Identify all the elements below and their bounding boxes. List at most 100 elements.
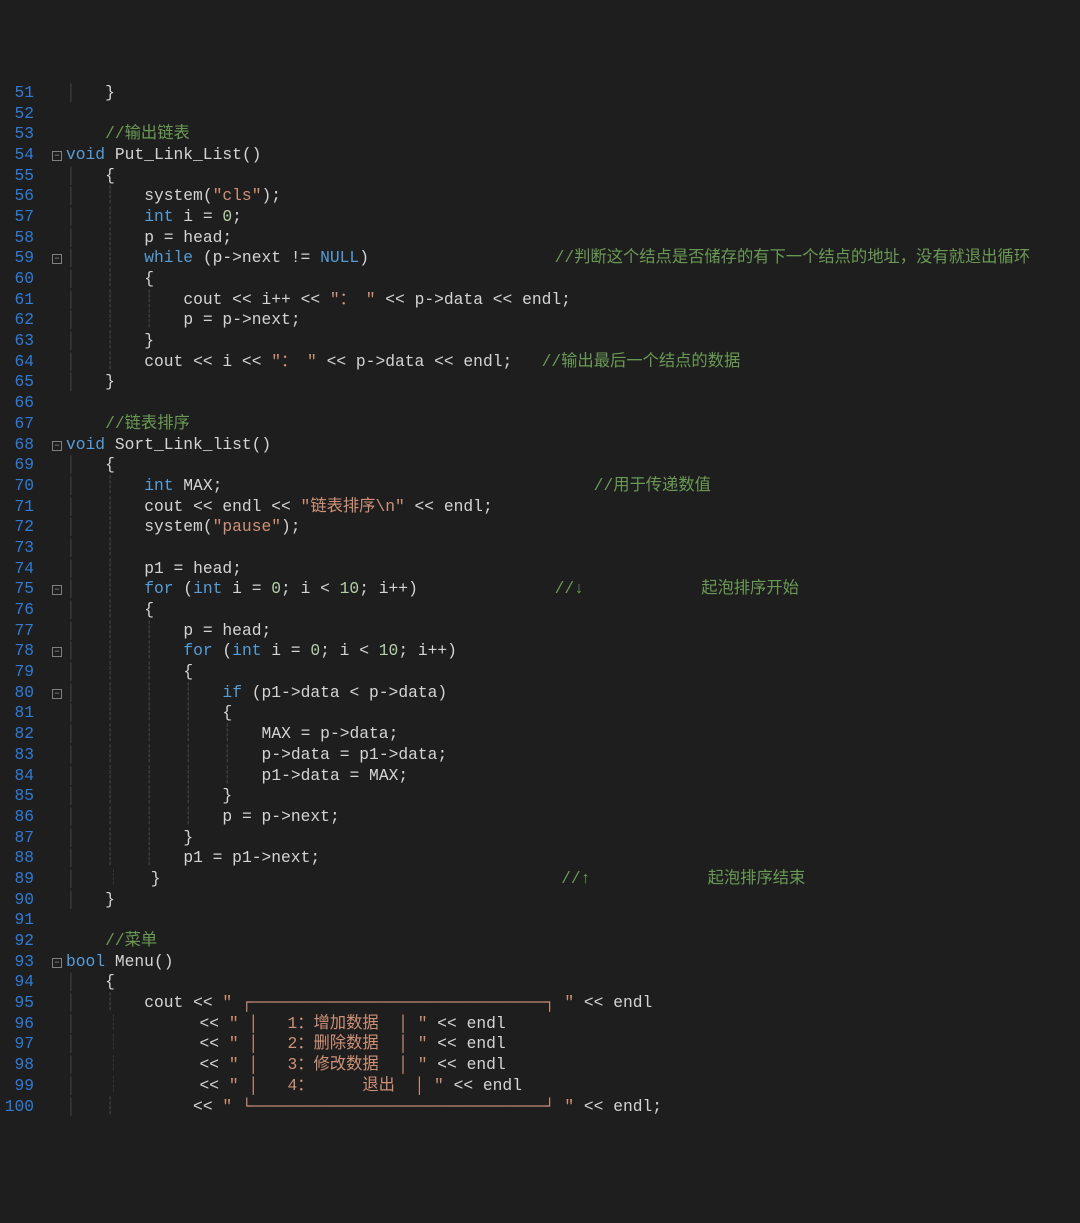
code-line[interactable]: │ ┊ cout << " ┌─────────────────────────… — [66, 993, 1080, 1014]
fold-marker — [48, 414, 66, 435]
line-number: 84 — [0, 766, 34, 787]
fold-marker — [48, 517, 66, 538]
line-number: 70 — [0, 476, 34, 497]
fold-marker — [48, 600, 66, 621]
code-line[interactable]: │ ┊ ┊ ┊ } — [66, 786, 1080, 807]
fold-marker — [48, 538, 66, 559]
code-line[interactable]: │ ┊ for (int i = 0; i < 10; i++) //↓ 起泡排… — [66, 579, 1080, 600]
line-number: 91 — [0, 910, 34, 931]
code-line[interactable]: │ ┊ ┊ p = p->next; — [66, 310, 1080, 331]
code-line[interactable]: │ ┊ ┊ cout << i++ << "： " << p->data << … — [66, 290, 1080, 311]
line-number: 52 — [0, 104, 34, 125]
code-line[interactable]: │ ┊ — [66, 538, 1080, 559]
line-number: 75 — [0, 579, 34, 600]
line-number: 59 — [0, 248, 34, 269]
code-line[interactable] — [66, 104, 1080, 125]
code-line[interactable]: bool Menu() — [66, 952, 1080, 973]
code-line[interactable]: │ ┊ { — [66, 269, 1080, 290]
line-number: 95 — [0, 993, 34, 1014]
code-line[interactable]: │ ┊ int MAX; //用于传递数值 — [66, 476, 1080, 497]
fold-marker — [48, 662, 66, 683]
fold-marker — [48, 393, 66, 414]
code-line[interactable]: │ } — [66, 83, 1080, 104]
fold-marker — [48, 186, 66, 207]
code-line[interactable]: │ } — [66, 890, 1080, 911]
code-line[interactable]: //输出链表 — [66, 124, 1080, 145]
line-number: 81 — [0, 703, 34, 724]
code-line[interactable]: │ { — [66, 972, 1080, 993]
code-line[interactable]: │ { — [66, 166, 1080, 187]
fold-marker[interactable]: − — [48, 579, 66, 600]
line-number: 96 — [0, 1014, 34, 1035]
code-line[interactable]: │ ┊ ┊ p1 = p1->next; — [66, 848, 1080, 869]
fold-marker — [48, 890, 66, 911]
code-line[interactable]: │ } — [66, 372, 1080, 393]
fold-marker — [48, 993, 66, 1014]
code-line[interactable] — [66, 910, 1080, 931]
code-line[interactable]: void Sort_Link_list() — [66, 435, 1080, 456]
code-line[interactable]: │ ┊ int i = 0; — [66, 207, 1080, 228]
code-line[interactable]: │ ┊ << " └──────────────────────────────… — [66, 1097, 1080, 1118]
code-line[interactable]: //菜单 — [66, 931, 1080, 952]
code-line[interactable]: │ ┊ << " │ 3：修改数据 │ " << endl — [66, 1055, 1080, 1076]
code-line[interactable]: │ ┊ { — [66, 600, 1080, 621]
code-line[interactable]: │ ┊ system("cls"); — [66, 186, 1080, 207]
code-line[interactable]: │ ┊ ┊ } — [66, 828, 1080, 849]
code-line[interactable]: │ ┊ ┊ { — [66, 662, 1080, 683]
fold-marker[interactable]: − — [48, 641, 66, 662]
fold-marker — [48, 786, 66, 807]
code-line[interactable]: │ ┊ } //↑ 起泡排序结束 — [66, 869, 1080, 890]
line-number-gutter: 5152535455565758596061626364656667686970… — [0, 83, 48, 1120]
code-line[interactable]: void Put_Link_List() — [66, 145, 1080, 166]
code-line[interactable]: │ ┊ << " │ 4： 退出 │ " << endl — [66, 1076, 1080, 1097]
line-number: 66 — [0, 393, 34, 414]
code-line[interactable]: │ ┊ cout << i << "： " << p->data << endl… — [66, 352, 1080, 373]
fold-marker — [48, 766, 66, 787]
code-editor[interactable]: 5152535455565758596061626364656667686970… — [0, 83, 1080, 1120]
code-line[interactable] — [66, 393, 1080, 414]
code-line[interactable]: │ ┊ ┊ p = head; — [66, 621, 1080, 642]
code-line[interactable]: │ ┊ p = head; — [66, 228, 1080, 249]
code-line[interactable]: │ ┊ cout << endl << "链表排序\n" << endl; — [66, 497, 1080, 518]
code-line[interactable]: │ ┊ << " │ 1：增加数据 │ " << endl — [66, 1014, 1080, 1035]
fold-marker — [48, 207, 66, 228]
code-line[interactable]: │ ┊ while (p->next != NULL) //判断这个结点是否储存… — [66, 248, 1080, 269]
code-line[interactable]: │ ┊ ┊ for (int i = 0; i < 10; i++) — [66, 641, 1080, 662]
code-area[interactable]: │ } //输出链表void Put_Link_List()│ {│ ┊ sys… — [66, 83, 1080, 1120]
line-number: 68 — [0, 435, 34, 456]
fold-marker — [48, 621, 66, 642]
code-line[interactable]: //链表排序 — [66, 414, 1080, 435]
line-number: 83 — [0, 745, 34, 766]
fold-marker — [48, 290, 66, 311]
fold-marker — [48, 1055, 66, 1076]
line-number: 60 — [0, 269, 34, 290]
code-line[interactable]: │ ┊ ┊ ┊ ┊ MAX = p->data; — [66, 724, 1080, 745]
fold-marker — [48, 228, 66, 249]
line-number: 62 — [0, 310, 34, 331]
line-number: 65 — [0, 372, 34, 393]
code-line[interactable]: │ ┊ ┊ ┊ if (p1->data < p->data) — [66, 683, 1080, 704]
fold-marker — [48, 910, 66, 931]
code-line[interactable]: │ ┊ ┊ ┊ ┊ p->data = p1->data; — [66, 745, 1080, 766]
fold-marker — [48, 724, 66, 745]
line-number: 55 — [0, 166, 34, 187]
code-line[interactable]: │ ┊ } — [66, 331, 1080, 352]
code-line[interactable]: │ ┊ system("pause"); — [66, 517, 1080, 538]
code-line[interactable]: │ ┊ p1 = head; — [66, 559, 1080, 580]
fold-marker — [48, 869, 66, 890]
code-line[interactable]: │ ┊ ┊ ┊ { — [66, 703, 1080, 724]
code-line[interactable]: │ { — [66, 455, 1080, 476]
fold-column[interactable]: − − − − − − − — [48, 83, 66, 1120]
fold-marker[interactable]: − — [48, 683, 66, 704]
fold-marker[interactable]: − — [48, 435, 66, 456]
fold-marker — [48, 848, 66, 869]
line-number: 89 — [0, 869, 34, 890]
code-line[interactable]: │ ┊ ┊ ┊ ┊ p1->data = MAX; — [66, 766, 1080, 787]
fold-marker — [48, 124, 66, 145]
fold-marker[interactable]: − — [48, 145, 66, 166]
fold-marker[interactable]: − — [48, 248, 66, 269]
fold-marker[interactable]: − — [48, 952, 66, 973]
code-line[interactable]: │ ┊ << " │ 2：删除数据 │ " << endl — [66, 1034, 1080, 1055]
code-line[interactable]: │ ┊ ┊ ┊ p = p->next; — [66, 807, 1080, 828]
line-number: 87 — [0, 828, 34, 849]
